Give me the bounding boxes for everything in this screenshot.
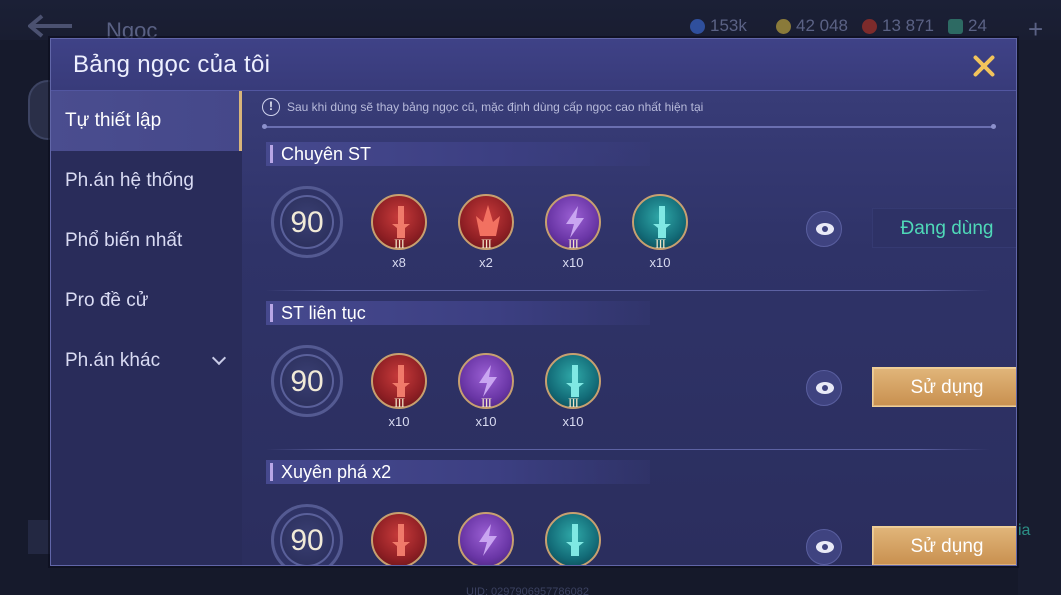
gem-tier: III [481,236,492,251]
use-button[interactable]: Sử dụng [872,526,1016,565]
level-value: 90 [290,206,324,239]
sidebar-item-pro[interactable]: Pro đề cử [51,271,242,331]
gem-count: x2 [479,255,493,270]
currency-value: 13 871 [882,16,934,35]
currency-gold: 42 048 [776,16,848,36]
setup-header: ST liên tục [266,301,650,325]
setup-header: Xuyên phá x2 [266,460,650,484]
header-accent [270,463,273,481]
currency-value: 42 048 [796,16,848,35]
eye-icon [816,382,834,394]
exclamation-icon: ! [262,98,280,116]
sidebar-item-other[interactable]: Ph.án khác [51,331,242,391]
ticket-icon [948,18,963,34]
currency-value: 153k [710,16,747,35]
back-arrow-icon[interactable] [26,14,74,38]
currency-ticket: 24 [948,16,987,36]
level-badge: 90 [271,504,343,565]
gem-slot[interactable]: III x2 [456,194,516,272]
setup-name: Chuyên ST [281,143,372,164]
use-button[interactable]: Sử dụng [872,367,1016,407]
gem-setup-card: Xuyên phá x2 90 Sử dụng [266,460,1016,565]
gem-tier: III [481,395,492,410]
gem-slot[interactable] [456,512,516,565]
gem-slot[interactable]: III x10 [543,353,603,431]
currency-blue-gem: 153k [690,16,747,36]
teal-sword-gem-icon [545,512,601,565]
sidebar-item-custom[interactable]: Tự thiết lập [51,91,242,151]
eye-icon [816,223,834,235]
background-footer-id: UID: 0297906957786082 [466,586,589,595]
preview-button[interactable] [806,370,842,406]
gem-slot[interactable]: III x10 [369,353,429,431]
gem-slot[interactable]: III x10 [630,194,690,272]
purple-bolt-gem-icon [458,512,514,565]
header-accent [270,304,273,322]
setup-header: Chuyên ST [266,142,650,166]
gem-count: x10 [649,255,671,270]
background-left-tab [28,520,52,554]
sidebar-item-popular[interactable]: Phổ biến nhất [51,211,242,271]
gem-tier: III [655,236,666,251]
red-sword-gem-icon [371,512,427,565]
sidebar-item-label: Pro đề cử [65,290,149,311]
gem-tier: III [568,395,579,410]
modal-title: Bảng ngọc của tôi [73,51,271,78]
background-right-panel [1018,40,1061,595]
blue-gem-coin-icon [690,18,705,34]
gem-count: x10 [475,414,497,429]
gold-coin-icon [776,18,791,34]
header-accent [270,145,273,163]
eye-icon [816,541,834,553]
preview-button[interactable] [806,529,842,565]
sidebar: Tự thiết lập Ph.án hệ thống Phổ biến nhấ… [51,91,242,565]
add-currency-button[interactable]: + [1028,14,1043,45]
currency-red-gem: 13 871 [862,16,934,36]
background-right-hint: ia [1018,522,1031,539]
close-button[interactable] [967,51,1001,81]
preview-button[interactable] [806,211,842,247]
gem-tier: III [394,395,405,410]
sidebar-item-system[interactable]: Ph.án hệ thống [51,151,242,211]
setup-name: Xuyên phá x2 [281,461,392,482]
gem-setup-card: Chuyên ST 90 III x8 III x2 III x10 III x… [266,142,1016,300]
gem-slot[interactable]: III x8 [369,194,429,272]
gem-slot[interactable]: III x10 [543,194,603,272]
gem-tier: III [394,236,405,251]
gem-count: x10 [388,414,410,429]
gem-slot[interactable] [369,512,429,565]
sidebar-item-label: Tự thiết lập [65,110,162,131]
gem-count: x10 [562,414,584,429]
gem-tier: III [568,236,579,251]
notice: ! Sau khi dùng sẽ thay bảng ngọc cũ, mặc… [262,98,703,116]
in-use-button[interactable]: Đang dùng [872,208,1016,248]
setup-name: ST liên tục [281,302,366,323]
gem-count: x10 [562,255,584,270]
level-value: 90 [290,524,324,557]
level-badge: 90 [271,345,343,417]
level-badge: 90 [271,186,343,258]
red-gem-icon [862,18,877,34]
notice-text: Sau khi dùng sẽ thay bảng ngọc cũ, mặc đ… [287,100,704,114]
divider [266,290,990,291]
level-value: 90 [290,365,324,398]
sidebar-item-label: Phổ biến nhất [65,230,183,251]
gem-setup-card: ST liên tục 90 III x10 III x10 III x10 S… [266,301,1016,459]
gem-count: x8 [392,255,406,270]
gem-slot[interactable]: III x10 [456,353,516,431]
gem-set-modal: Bảng ngọc của tôi Tự thiết lập Ph.án hệ … [50,38,1017,566]
sidebar-item-label: Ph.án hệ thống [65,170,194,191]
modal-header: Bảng ngọc của tôi [51,39,1016,91]
divider [266,449,990,450]
chevron-down-icon [211,350,227,366]
gem-set-list[interactable]: ! Sau khi dùng sẽ thay bảng ngọc cũ, mặc… [242,91,1016,565]
gem-slot[interactable] [543,512,603,565]
sidebar-item-label: Ph.án khác [65,350,161,371]
divider [262,124,996,129]
currency-value: 24 [968,16,987,35]
